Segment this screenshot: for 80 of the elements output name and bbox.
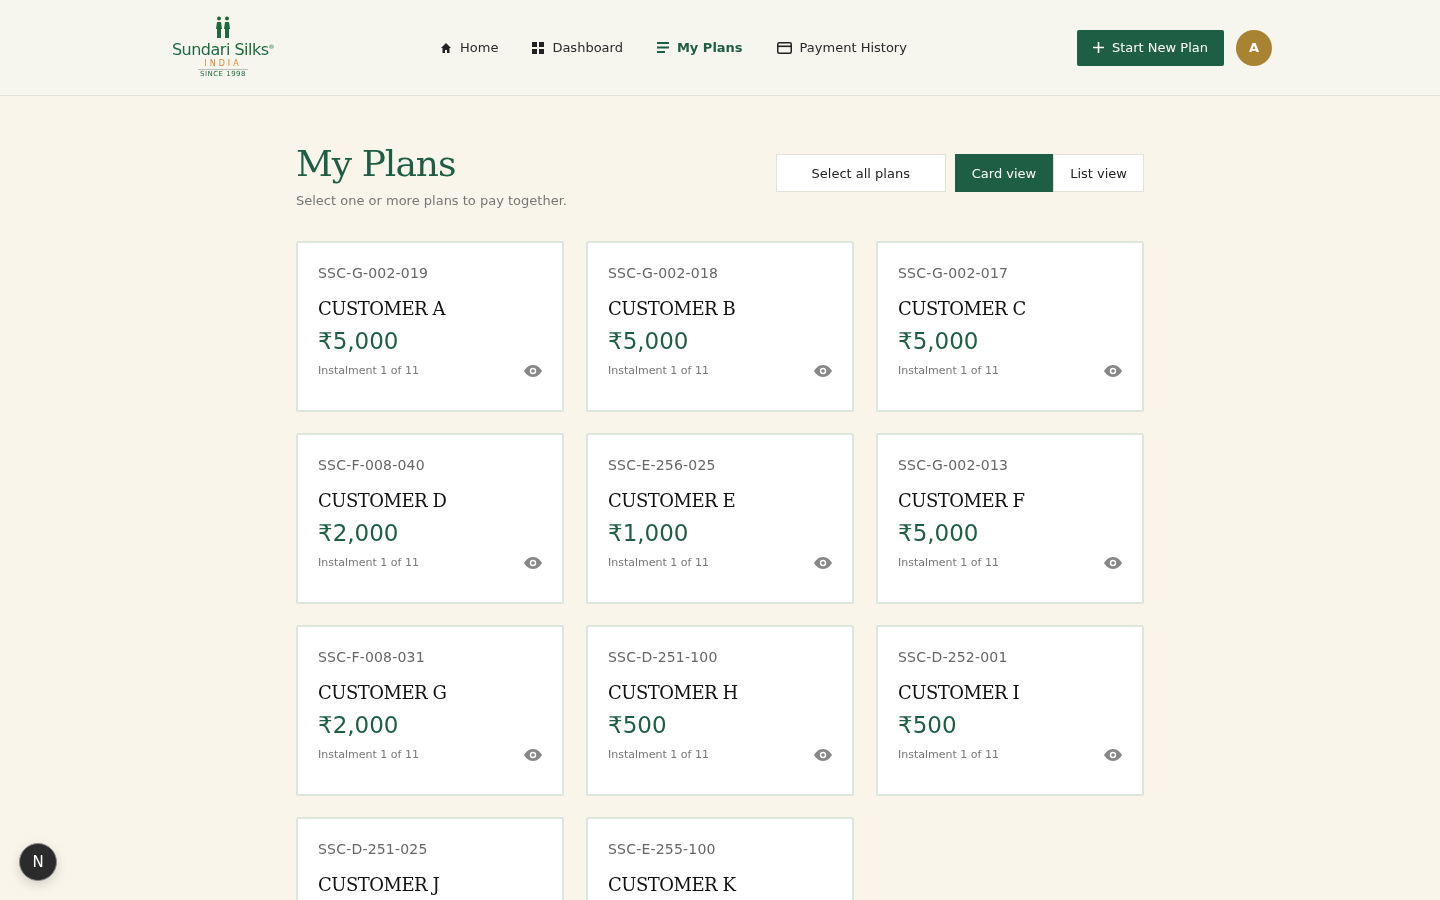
nav-link[interactable]: Home	[440, 40, 499, 55]
eye-icon[interactable]	[1104, 556, 1122, 569]
instalment-text: Instalment 1 of 11	[608, 364, 709, 377]
customer-name: CUSTOMER I	[898, 682, 1020, 703]
grid-icon	[532, 41, 545, 54]
page-title: My Plans	[296, 142, 457, 186]
plan-card[interactable]: SSC-F-008-040 CUSTOMER D ₹2,000 Instalment 1 of 11	[296, 433, 564, 604]
eye-icon[interactable]	[814, 556, 832, 569]
plan-amount: ₹1,000	[608, 520, 690, 546]
plan-amount: ₹2,000	[318, 712, 400, 738]
eye-icon[interactable]	[524, 748, 542, 761]
plan-code: SSC-G-002-017	[898, 265, 1010, 281]
plan-code: SSC-E-255-100	[608, 841, 717, 857]
plan-amount: ₹2,000	[318, 520, 400, 546]
customer-name: CUSTOMER H	[608, 682, 739, 703]
nav-link[interactable]: Payment History	[776, 40, 907, 55]
plan-amount: ₹5,000	[898, 328, 980, 354]
plus-icon	[1092, 42, 1104, 53]
eye-icon[interactable]	[524, 556, 542, 569]
instalment-text: Instalment 1 of 11	[608, 556, 709, 569]
plan-code: SSC-E-256-025	[608, 457, 717, 473]
instalment-text: Instalment 1 of 11	[318, 748, 419, 761]
customer-name: CUSTOMER E	[608, 490, 737, 511]
instalment-text: Instalment 1 of 11	[318, 364, 419, 377]
plan-card[interactable]: SSC-F-008-031 CUSTOMER G ₹2,000 Instalment 1 of 11	[296, 625, 564, 796]
eye-icon[interactable]	[524, 364, 542, 377]
brand-country: INDIA	[204, 59, 242, 70]
plan-card[interactable]: SSC-D-251-100 CUSTOMER H ₹500 Instalment 1 of 11	[586, 625, 854, 796]
plan-amount: ₹500	[898, 712, 958, 738]
nav-link[interactable]: Dashboard	[532, 40, 623, 55]
couple-figures-icon	[215, 15, 231, 38]
eye-icon[interactable]	[1104, 748, 1122, 761]
select-all-button[interactable]: Select all plans	[775, 154, 946, 192]
plan-card[interactable]: SSC-G-002-018 CUSTOMER B ₹5,000 Instalment 1 of 11	[586, 241, 854, 412]
plan-amount: ₹5,000	[898, 520, 980, 546]
plan-amount: ₹500	[608, 712, 668, 738]
start-new-plan-button[interactable]: Start New Plan	[1076, 29, 1224, 66]
plan-code: SSC-F-008-040	[318, 457, 426, 473]
nav-link[interactable]: My Plans	[656, 40, 743, 55]
plan-code: SSC-G-002-013	[898, 457, 1010, 473]
customer-name: CUSTOMER A	[318, 298, 447, 319]
customer-name: CUSTOMER J	[318, 874, 441, 895]
plan-amount: ₹5,000	[318, 328, 400, 354]
plan-card[interactable]: SSC-E-256-025 CUSTOMER E ₹1,000 Instalment 1 of 11	[586, 433, 854, 604]
instalment-text: Instalment 1 of 11	[318, 556, 419, 569]
eye-icon[interactable]	[814, 364, 832, 377]
view-toggle[interactable]: List view	[1053, 154, 1144, 192]
plan-code: SSC-F-008-031	[318, 649, 426, 665]
list-icon	[656, 42, 669, 53]
plan-amount: ₹5,000	[608, 328, 690, 354]
plan-code: SSC-D-252-001	[898, 649, 1009, 665]
customer-name: CUSTOMER K	[608, 874, 738, 895]
user-avatar[interactable]: A	[1236, 29, 1272, 66]
page-subtitle: Select one or more plans to pay together.	[296, 193, 567, 208]
plan-code: SSC-D-251-025	[318, 841, 429, 857]
customer-name: CUSTOMER G	[318, 682, 448, 703]
brand-name: Sundari Silks$^{®}$	[171, 39, 275, 60]
instalment-text: Instalment 1 of 11	[898, 556, 999, 569]
credit-card-icon	[776, 41, 792, 54]
plan-card[interactable]: SSC-G-002-019 CUSTOMER A ₹5,000 Instalment 1 of 11	[296, 241, 564, 412]
plan-card[interactable]: SSC-D-252-001 CUSTOMER I ₹500 Instalment 1 of 11	[876, 625, 1144, 796]
plan-code: SSC-G-002-019	[318, 265, 430, 281]
customer-name: CUSTOMER F	[898, 490, 1026, 511]
dev-tools-badge[interactable]: N	[19, 843, 57, 881]
plan-card[interactable]: SSC-G-002-013 CUSTOMER F ₹5,000 Instalment 1 of 11	[876, 433, 1144, 604]
eye-icon[interactable]	[814, 748, 832, 761]
instalment-text: Instalment 1 of 11	[898, 364, 999, 377]
instalment-text: Instalment 1 of 11	[898, 748, 999, 761]
plan-code: SSC-G-002-018	[608, 265, 720, 281]
view-toggle[interactable]: Card view	[954, 154, 1054, 192]
plan-card[interactable]: SSC-E-255-100 CUSTOMER K	[586, 817, 854, 900]
plan-code: SSC-D-251-100	[608, 649, 719, 665]
eye-icon[interactable]	[1104, 364, 1122, 377]
plan-card[interactable]: SSC-G-002-017 CUSTOMER C ₹5,000 Instalment 1 of 11	[876, 241, 1144, 412]
customer-name: CUSTOMER B	[608, 298, 737, 319]
home-icon	[440, 41, 452, 54]
customer-name: CUSTOMER D	[318, 490, 448, 511]
plan-card[interactable]: SSC-D-251-025 CUSTOMER J	[296, 817, 564, 900]
instalment-text: Instalment 1 of 11	[608, 748, 709, 761]
customer-name: CUSTOMER C	[898, 298, 1027, 319]
